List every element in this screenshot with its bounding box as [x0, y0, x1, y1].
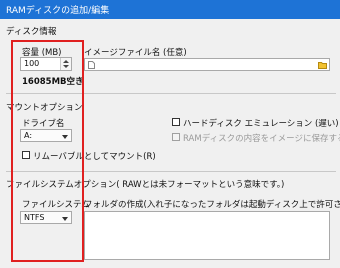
window-title: RAMディスクの追加/編集	[6, 6, 110, 16]
disk-info-section-label: ディスク情報	[6, 27, 57, 37]
dialog-window: RAMディスクの追加/編集 ディスク情報 容量 (MB) 100 16085MB…	[0, 0, 340, 268]
image-file-input[interactable]	[84, 58, 330, 71]
title-bar[interactable]: RAMディスクの追加/編集	[0, 0, 340, 19]
hdd-emulation-checkbox[interactable]	[172, 118, 180, 126]
folders-textarea[interactable]	[84, 211, 330, 260]
document-icon	[88, 61, 95, 69]
hdd-emulation-label[interactable]: ハードディスク エミュレーション (遅い)	[183, 117, 339, 129]
save-to-image-label[interactable]: RAMディスクの内容をイメージに保存する(S)	[183, 132, 340, 144]
folders-label: フォルダの作成(入れ子になったフォルダは起動ディスク上で許可されていません)	[84, 200, 340, 210]
image-file-label: イメージファイル名 (任意)	[84, 48, 187, 58]
folder-icon[interactable]	[318, 61, 327, 69]
save-to-image-checkbox[interactable]	[172, 133, 180, 141]
highlight-box	[11, 40, 84, 262]
